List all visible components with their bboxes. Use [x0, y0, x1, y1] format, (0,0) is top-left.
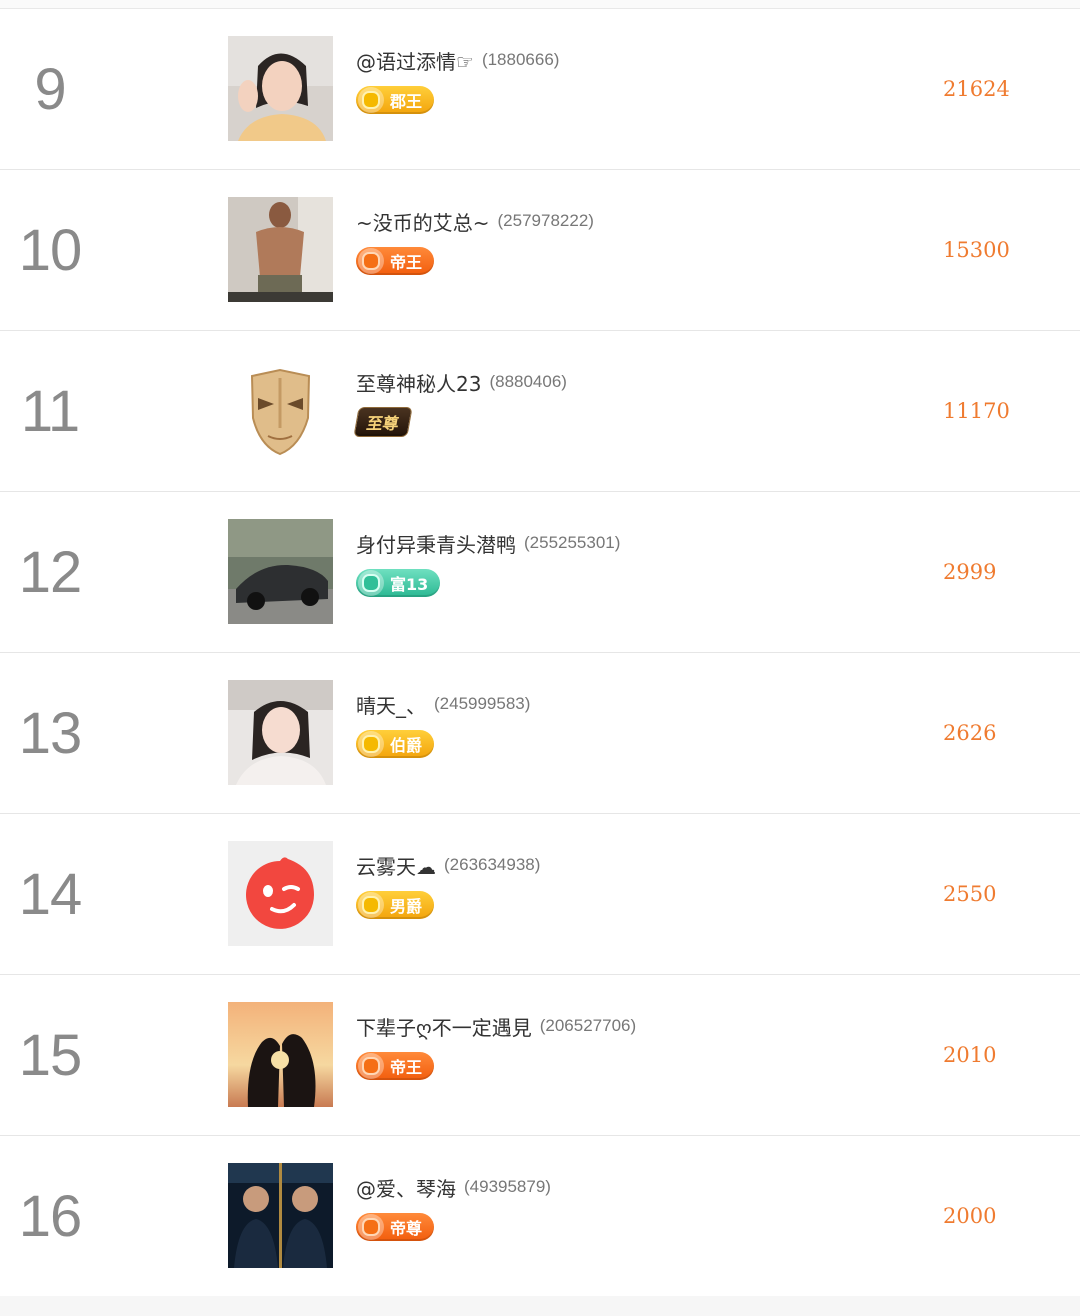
medal-icon	[358, 892, 384, 918]
user-avatar[interactable]	[228, 197, 333, 302]
user-info: @语过添情☞ (1880666) 郡王	[356, 43, 559, 115]
badge-label: 富13	[390, 575, 429, 594]
user-id: (245999583)	[434, 694, 531, 713]
badge-label: 帝王	[390, 253, 423, 272]
portrait-man-shirtless-icon	[228, 197, 333, 302]
user-id: (257978222)	[497, 211, 594, 230]
rank-number: 9	[34, 56, 66, 122]
rank-number: 16	[18, 1183, 83, 1249]
bottom-divider	[0, 1296, 1080, 1316]
medal-icon	[358, 570, 384, 596]
user-id: (8880406)	[489, 372, 567, 391]
rank-number: 12	[18, 539, 83, 605]
score-value: 2550	[943, 882, 997, 906]
badge-label: 伯爵	[390, 736, 423, 755]
score-value: 2999	[943, 560, 997, 584]
rank-badge: 至尊	[353, 407, 413, 437]
user-id: (263634938)	[444, 855, 541, 874]
score-value: 2000	[943, 1204, 997, 1228]
ranking-row[interactable]: 11 至尊神秘人23 (8880406) 至尊 11170	[0, 331, 1080, 492]
gold-mask-icon	[228, 358, 333, 463]
portrait-woman-icon	[228, 36, 333, 141]
user-info: 至尊神秘人23 (8880406) 至尊	[353, 365, 567, 437]
user-id: (206527706)	[539, 1016, 637, 1035]
ranking-row[interactable]: 14 云雾天☁ (263634938) 男爵 2550	[0, 814, 1080, 975]
user-nickname[interactable]: @爱、琴海	[356, 1173, 456, 1202]
score-value: 11170	[943, 399, 1010, 423]
rank-badge: 男爵	[356, 891, 435, 919]
rank-number: 15	[18, 1022, 83, 1088]
user-id: (1880666)	[481, 50, 560, 69]
portrait-woman-icon	[228, 680, 333, 785]
user-nickname[interactable]: 晴天_、	[356, 690, 426, 719]
rank-badge: 富13	[356, 569, 441, 597]
badge-label: 至尊	[365, 414, 401, 433]
user-nickname[interactable]: 身付异秉青头潜鸭	[356, 529, 516, 558]
user-info: 云雾天☁ (263634938) 男爵	[356, 848, 540, 920]
rank-number: 11	[20, 378, 80, 444]
top-divider	[0, 0, 1080, 9]
rank-number: 14	[18, 861, 83, 927]
medal-icon	[358, 1053, 384, 1079]
medal-icon	[358, 248, 384, 274]
ranking-row[interactable]: 16 @爱、琴海 (49395879) 帝尊 2000	[0, 1136, 1080, 1296]
user-id: (255255301)	[524, 533, 621, 552]
user-avatar[interactable]	[228, 358, 333, 463]
medal-icon	[358, 87, 384, 113]
ranking-row[interactable]: 12 身付异秉青头潜鸭 (255255301) 富13 2999	[0, 492, 1080, 653]
score-value: 21624	[943, 77, 1010, 101]
user-avatar[interactable]	[228, 519, 333, 624]
badge-label: 郡王	[390, 92, 423, 111]
mirrored-man-icon	[228, 1163, 333, 1268]
badge-label: 帝王	[390, 1058, 423, 1077]
user-avatar[interactable]	[228, 680, 333, 785]
user-avatar[interactable]	[228, 36, 333, 141]
user-nickname[interactable]: 云雾天☁	[356, 851, 436, 880]
score-value: 15300	[943, 238, 1010, 262]
user-info: @爱、琴海 (49395879) 帝尊	[356, 1170, 551, 1242]
user-nickname[interactable]: 下辈子ღ不一定遇見	[356, 1012, 532, 1041]
ranking-row[interactable]: 10 ~没币的艾总~ (257978222) 帝王 15300	[0, 170, 1080, 331]
user-nickname[interactable]: @语过添情☞	[356, 46, 474, 75]
rank-badge: 帝王	[356, 247, 435, 275]
badge-label: 帝尊	[390, 1219, 423, 1238]
rank-number: 13	[18, 700, 83, 766]
user-avatar[interactable]	[228, 841, 333, 946]
rank-number: 10	[18, 217, 83, 283]
badge-label: 男爵	[390, 897, 423, 916]
medal-icon	[358, 731, 384, 757]
couple-silhouette-icon	[228, 1002, 333, 1107]
user-nickname[interactable]: 至尊神秘人23	[356, 368, 481, 397]
winking-face-icon	[228, 841, 333, 946]
user-info: 晴天_、 (245999583) 伯爵	[356, 687, 530, 759]
ranking-row[interactable]: 15 下辈子ღ不一定遇見 (206527706) 帝王 2010	[0, 975, 1080, 1136]
user-id: (49395879)	[464, 1177, 551, 1196]
user-info: ~没币的艾总~ (257978222) 帝王	[356, 204, 594, 276]
rank-badge: 伯爵	[356, 730, 435, 758]
ranking-list: 9 @语过添情☞ (1880666) 郡王 21624 10 ~没币的艾总~ (…	[0, 9, 1080, 1296]
user-info: 身付异秉青头潜鸭 (255255301) 富13	[356, 526, 620, 598]
medal-icon	[358, 1214, 384, 1240]
user-nickname[interactable]: ~没币的艾总~	[356, 207, 490, 236]
score-value: 2626	[943, 721, 997, 745]
score-value: 2010	[943, 1043, 997, 1067]
rank-badge: 帝尊	[356, 1213, 435, 1241]
rank-badge: 帝王	[356, 1052, 435, 1080]
ranking-row[interactable]: 9 @语过添情☞ (1880666) 郡王 21624	[0, 9, 1080, 170]
ranking-row[interactable]: 13 晴天_、 (245999583) 伯爵 2626	[0, 653, 1080, 814]
sports-car-icon	[228, 519, 333, 624]
user-info: 下辈子ღ不一定遇見 (206527706) 帝王	[356, 1009, 636, 1081]
user-avatar[interactable]	[228, 1002, 333, 1107]
rank-badge: 郡王	[356, 86, 435, 114]
user-avatar[interactable]	[228, 1163, 333, 1268]
